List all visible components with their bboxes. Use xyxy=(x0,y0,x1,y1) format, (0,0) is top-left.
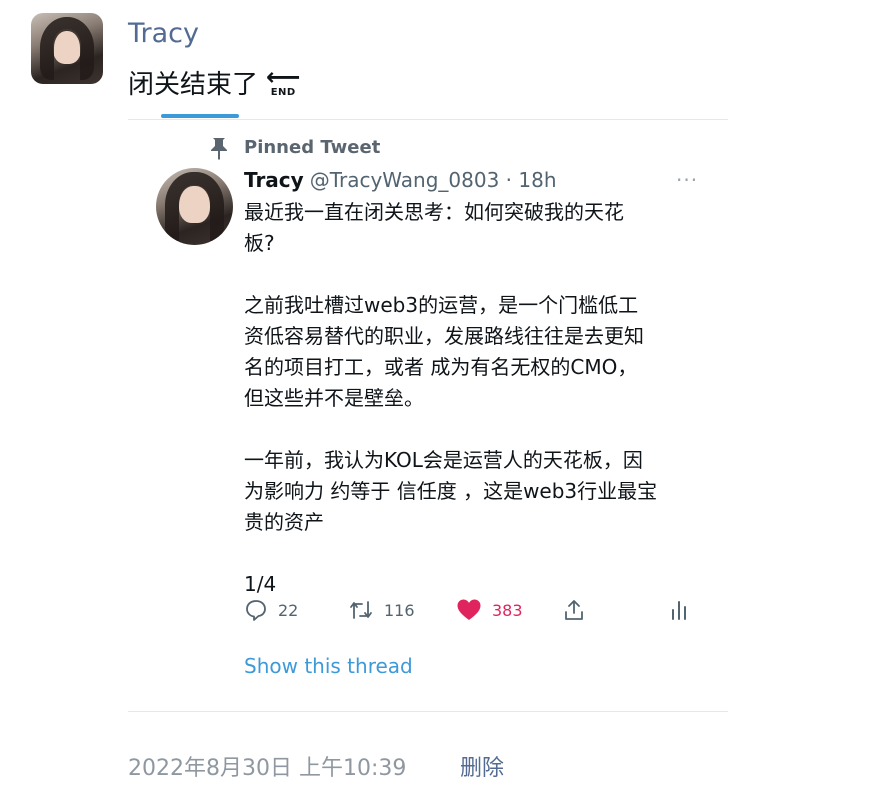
retweet-count: 116 xyxy=(384,600,415,620)
share-button[interactable] xyxy=(562,598,586,622)
author-name[interactable]: Tracy xyxy=(128,18,199,49)
end-icon-label: END xyxy=(270,86,296,98)
thread-counter: 1/4 xyxy=(244,572,277,596)
pin-icon xyxy=(211,138,227,160)
retweet-icon xyxy=(350,601,372,619)
tweet-actions: 22 116 383 xyxy=(244,598,694,628)
reply-icon xyxy=(246,600,266,621)
analytics-button[interactable] xyxy=(669,598,689,622)
quote-tab-indicator xyxy=(161,114,239,118)
more-options-icon[interactable]: ··· xyxy=(676,168,698,192)
analytics-icon xyxy=(672,601,686,620)
end-arrow-icon: ⟵ END xyxy=(266,62,301,98)
retweet-button[interactable]: 116 xyxy=(348,598,415,622)
author-avatar[interactable] xyxy=(31,13,103,84)
quoted-tweet-body: 最近我一直在闭关思考：如何突破我的天花 板? 之前我吐槽过web3的运营，是一个门… xyxy=(244,197,704,600)
pinned-tweet-label: Pinned Tweet xyxy=(244,137,381,158)
share-icon xyxy=(565,600,583,620)
quoted-author-avatar[interactable] xyxy=(156,168,233,245)
tweet-text-content: 闭关结束了 xyxy=(128,70,259,100)
divider xyxy=(128,119,728,120)
tweet-text: 闭关结束了 ⟵ END xyxy=(128,64,300,101)
heart-icon xyxy=(457,599,481,620)
quoted-tweet-header: Tracy @TracyWang_0803 · 18h xyxy=(244,168,557,192)
show-thread-link[interactable]: Show this thread xyxy=(244,654,413,678)
reply-button[interactable]: 22 xyxy=(244,598,298,622)
tweet-timestamp: 2022年8月30日 上午10:39 xyxy=(128,756,407,781)
delete-button[interactable]: 删除 xyxy=(460,750,504,782)
quoted-author-handle[interactable]: @TracyWang_0803 · 18h xyxy=(310,168,557,192)
quoted-author-name[interactable]: Tracy xyxy=(244,168,304,192)
divider xyxy=(128,711,728,712)
tweet-time[interactable]: 18h xyxy=(518,168,556,192)
reply-count: 22 xyxy=(278,600,299,620)
like-button[interactable]: 383 xyxy=(456,598,523,622)
like-count: 383 xyxy=(492,600,523,620)
